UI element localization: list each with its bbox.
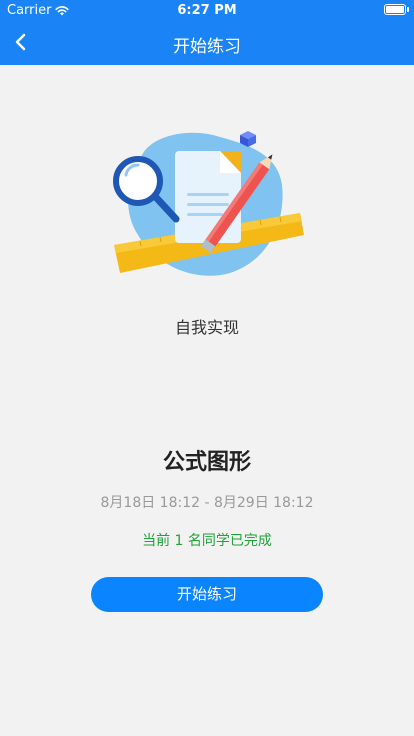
date-range: 8月18日 18:12 - 8月29日 18:12 xyxy=(100,495,314,511)
header: Carrier 6:27 PM 开始练习 xyxy=(0,0,414,65)
document-icon xyxy=(175,151,241,243)
battery-fill xyxy=(386,6,404,13)
status-bar: Carrier 6:27 PM xyxy=(0,0,414,20)
nav-bar: 开始练习 xyxy=(0,20,414,65)
battery-icon xyxy=(384,4,406,15)
status-time: 6:27 PM xyxy=(177,3,237,18)
completion-status: 当前 1 名同学已完成 xyxy=(142,533,272,549)
start-practice-button[interactable]: 开始练习 xyxy=(91,577,323,612)
battery-cap xyxy=(407,7,409,12)
practice-illustration xyxy=(113,131,304,276)
practice-title: 公式图形 xyxy=(162,450,251,475)
page-title: 开始练习 xyxy=(173,37,241,57)
practice-subtitle: 自我实现 xyxy=(174,318,239,337)
